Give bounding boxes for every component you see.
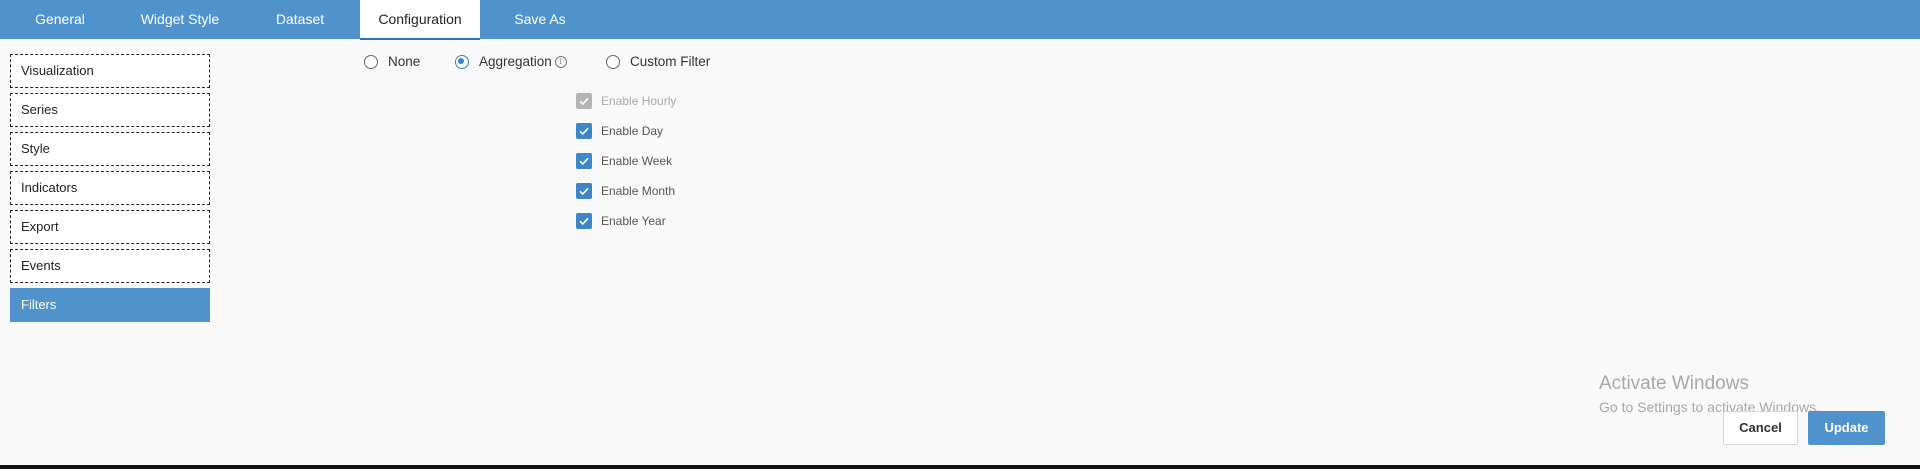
checkbox-row-hourly: Enable Hourly bbox=[576, 86, 676, 116]
checkbox-enable-year[interactable] bbox=[576, 213, 592, 229]
checkbox-enable-day[interactable] bbox=[576, 123, 592, 139]
checkbox-row-year[interactable]: Enable Year bbox=[576, 206, 676, 236]
radio-custom-filter-label: Custom Filter bbox=[630, 54, 711, 69]
checkbox-label: Enable Day bbox=[601, 124, 664, 138]
checkbox-row-month[interactable]: Enable Month bbox=[576, 176, 676, 206]
checkbox-label: Enable Week bbox=[601, 154, 673, 168]
sidebar-item-series[interactable]: Series bbox=[10, 93, 210, 127]
checkbox-label: Enable Hourly bbox=[601, 94, 677, 108]
cancel-button[interactable]: Cancel bbox=[1723, 411, 1798, 445]
checkbox-enable-hourly bbox=[576, 93, 592, 109]
radio-none-label: None bbox=[388, 54, 421, 69]
checkbox-enable-month[interactable] bbox=[576, 183, 592, 199]
checkbox-label: Enable Year bbox=[601, 214, 666, 228]
watermark-title: Activate Windows bbox=[1599, 373, 1749, 394]
sidebar-item-indicators[interactable]: Indicators bbox=[10, 171, 210, 205]
checkbox-row-week[interactable]: Enable Week bbox=[576, 146, 676, 176]
check-icon bbox=[579, 157, 589, 166]
config-sidebar: Visualization Series Style Indicators Ex… bbox=[10, 54, 210, 327]
tab-general[interactable]: General bbox=[20, 0, 100, 39]
taskbar-edge bbox=[0, 465, 1920, 469]
radio-custom-filter-circle[interactable] bbox=[606, 54, 620, 69]
top-tab-bar: General Widget Style Dataset Configurati… bbox=[0, 0, 1920, 40]
aggregation-options: Enable Hourly Enable Day Enable Week Ena… bbox=[576, 86, 676, 236]
check-icon bbox=[579, 217, 589, 226]
check-icon bbox=[579, 97, 589, 106]
tab-save-as[interactable]: Save As bbox=[500, 0, 580, 39]
radio-custom-filter[interactable]: Custom Filter bbox=[606, 54, 710, 69]
sidebar-item-filters[interactable]: Filters bbox=[10, 288, 210, 322]
sidebar-item-events[interactable]: Events bbox=[10, 249, 210, 283]
radio-none-circle[interactable] bbox=[364, 54, 378, 69]
sidebar-item-export[interactable]: Export bbox=[10, 210, 210, 244]
sidebar-item-visualization[interactable]: Visualization bbox=[10, 54, 210, 88]
check-icon bbox=[579, 187, 589, 196]
radio-none[interactable]: None bbox=[364, 54, 420, 69]
check-icon bbox=[579, 127, 589, 136]
sidebar-item-style[interactable]: Style bbox=[10, 132, 210, 166]
radio-aggregation[interactable]: Aggregation i bbox=[455, 54, 567, 69]
checkbox-label: Enable Month bbox=[601, 184, 676, 198]
tab-widget-style[interactable]: Widget Style bbox=[130, 0, 230, 39]
checkbox-enable-week[interactable] bbox=[576, 153, 592, 169]
tab-dataset[interactable]: Dataset bbox=[258, 0, 342, 39]
radio-aggregation-circle[interactable] bbox=[455, 54, 469, 69]
radio-aggregation-label: Aggregation bbox=[479, 54, 552, 69]
checkbox-row-day[interactable]: Enable Day bbox=[576, 116, 676, 146]
update-button[interactable]: Update bbox=[1808, 411, 1885, 445]
tab-configuration[interactable]: Configuration bbox=[360, 0, 480, 40]
info-icon[interactable]: i bbox=[554, 55, 567, 68]
